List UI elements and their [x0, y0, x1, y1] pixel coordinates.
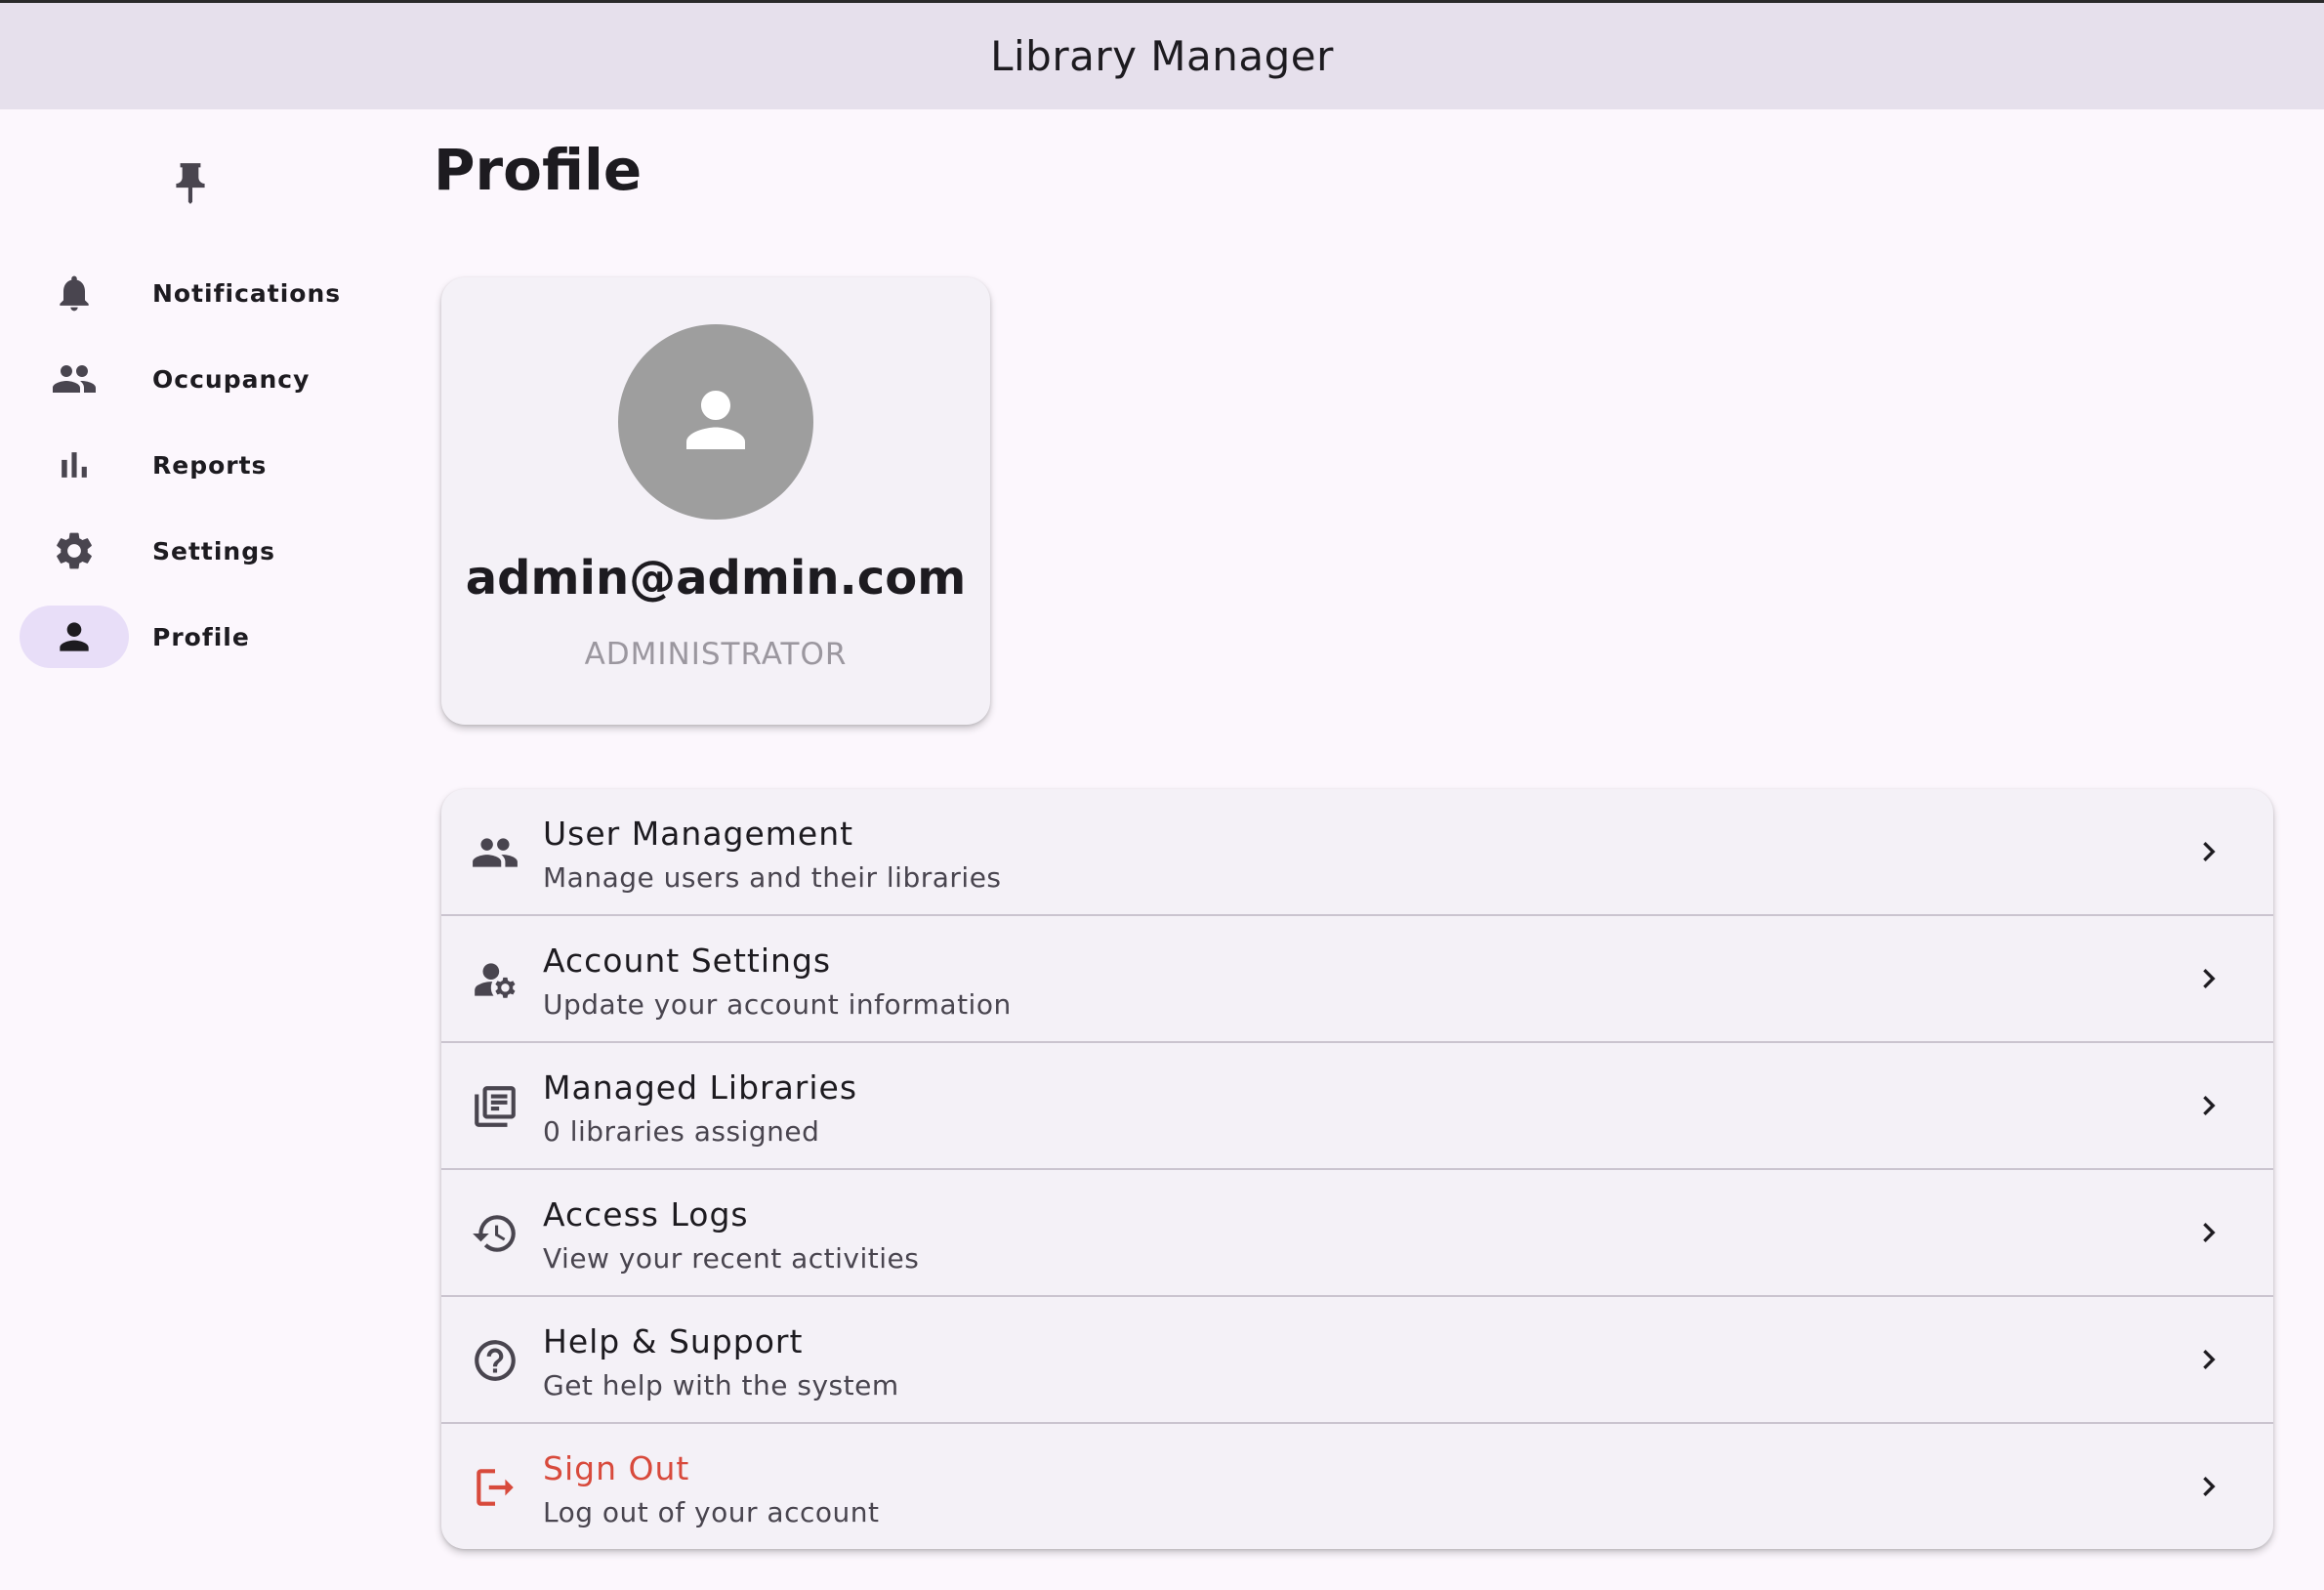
bell-icon	[20, 262, 129, 324]
chevron-right-icon	[2189, 1467, 2228, 1506]
profile-email: admin@admin.com	[465, 551, 967, 606]
chevron-right-icon	[2189, 1340, 2228, 1379]
app-bar: Library Manager	[0, 0, 2324, 109]
menu-item-access-logs[interactable]: Access Logs View your recent activities	[441, 1170, 2273, 1295]
menu-item-title: Managed Libraries	[543, 1068, 858, 1107]
app-title: Library Manager	[990, 32, 1334, 80]
profile-menu: User Management Manage users and their l…	[441, 789, 2273, 1549]
sidebar-item-notifications[interactable]: Notifications	[20, 262, 371, 324]
logout-icon	[471, 1463, 519, 1512]
menu-item-title: Access Logs	[543, 1195, 749, 1234]
profile-role: ADMINISTRATOR	[584, 637, 848, 672]
avatar	[618, 324, 813, 520]
menu-item-account-settings[interactable]: Account Settings Update your account inf…	[441, 916, 2273, 1041]
chevron-right-icon	[2189, 959, 2228, 998]
navigation-rail: Notifications Occupancy Reports Settings…	[0, 109, 391, 1590]
manage-accounts-icon	[471, 955, 519, 1004]
menu-item-subtitle: Log out of your account	[543, 1496, 880, 1528]
sidebar-item-label: Notifications	[152, 278, 342, 308]
chevron-right-icon	[2189, 1213, 2228, 1252]
menu-item-user-management[interactable]: User Management Manage users and their l…	[441, 789, 2273, 914]
menu-item-subtitle: 0 libraries assigned	[543, 1115, 820, 1148]
menu-item-help-support[interactable]: Help & Support Get help with the system	[441, 1297, 2273, 1422]
menu-item-sign-out[interactable]: Sign Out Log out of your account	[441, 1424, 2273, 1549]
sidebar-item-settings[interactable]: Settings	[20, 520, 371, 582]
bar-chart-icon	[20, 434, 129, 496]
menu-item-subtitle: Manage users and their libraries	[543, 861, 1002, 894]
people-icon	[471, 828, 519, 877]
menu-item-title: Help & Support	[543, 1322, 804, 1360]
gear-icon	[20, 520, 129, 582]
sidebar-item-label: Reports	[152, 450, 268, 480]
help-icon	[471, 1336, 519, 1385]
menu-item-managed-libraries[interactable]: Managed Libraries 0 libraries assigned	[441, 1043, 2273, 1168]
menu-item-title: Account Settings	[543, 941, 832, 980]
chevron-right-icon	[2189, 1086, 2228, 1125]
sidebar-item-label: Settings	[152, 536, 276, 565]
menu-item-title: User Management	[543, 815, 854, 853]
history-icon	[471, 1209, 519, 1258]
sidebar-item-profile[interactable]: Profile	[20, 606, 371, 668]
page-title: Profile	[434, 137, 643, 203]
menu-item-subtitle: Update your account information	[543, 988, 1012, 1021]
menu-item-subtitle: Get help with the system	[543, 1369, 899, 1402]
sidebar-item-reports[interactable]: Reports	[20, 434, 371, 496]
profile-card: admin@admin.com ADMINISTRATOR	[441, 277, 990, 725]
chevron-right-icon	[2189, 832, 2228, 871]
people-icon	[20, 348, 129, 410]
menu-item-title: Sign Out	[543, 1449, 690, 1487]
sidebar-item-occupancy[interactable]: Occupancy	[20, 348, 371, 410]
person-icon	[20, 606, 129, 668]
pin-icon[interactable]	[166, 156, 215, 211]
sidebar-item-label: Occupancy	[152, 364, 311, 394]
person-icon	[672, 376, 760, 468]
sidebar-item-label: Profile	[152, 622, 250, 651]
menu-item-subtitle: View your recent activities	[543, 1242, 920, 1275]
library-books-icon	[471, 1082, 519, 1131]
